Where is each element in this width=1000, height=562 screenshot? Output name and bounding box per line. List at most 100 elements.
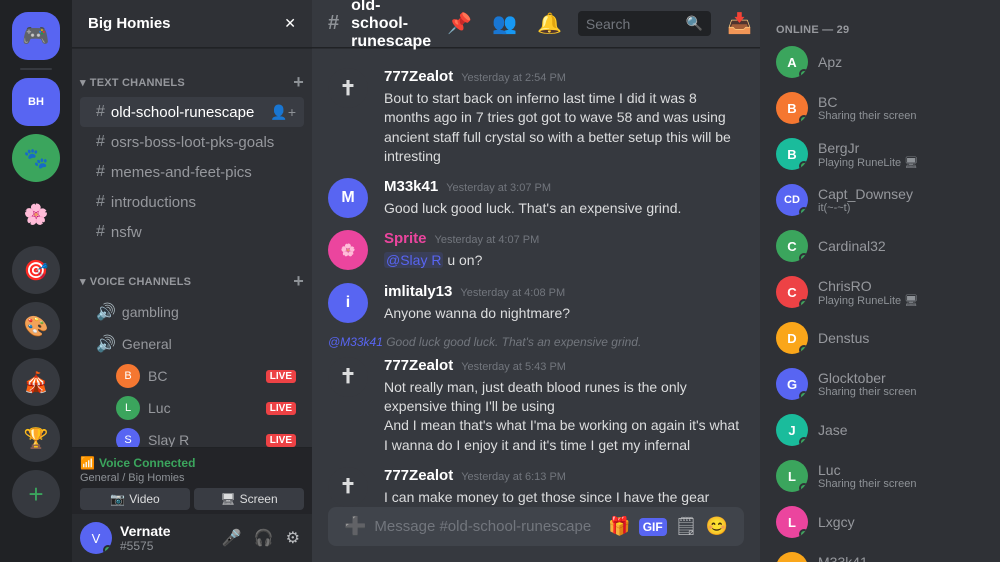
member-item-jase[interactable]: J Jase — [768, 408, 992, 452]
member-name: Luc — [148, 400, 258, 416]
channel-hash-icon: # — [328, 12, 339, 35]
sticker-icon[interactable]: 🗒 — [675, 516, 698, 537]
members-icon[interactable]: 👥 — [488, 7, 521, 40]
server-icon-6[interactable]: 🎪 — [12, 358, 60, 406]
channel-item-nsfw[interactable]: # nsfw — [80, 217, 304, 247]
gif-icon[interactable]: GIF — [639, 518, 667, 536]
emoji-icon[interactable]: 😊 — [706, 516, 728, 537]
mention[interactable]: @Slay R — [384, 252, 443, 268]
add-voice-channel-button[interactable]: + — [293, 271, 304, 292]
message-author[interactable]: 777Zealot — [384, 357, 453, 374]
server-icon-5[interactable]: 🎨 — [12, 302, 60, 350]
channel-item-introductions[interactable]: # introductions — [80, 187, 304, 217]
server-icon-7[interactable]: 🏆 — [12, 414, 60, 462]
member-list: ONLINE — 29 A Apz B BC Sharing their scr… — [760, 0, 1000, 562]
server-icon-1[interactable]: BH — [12, 78, 60, 126]
screen-label: Screen — [240, 492, 278, 506]
member-avatar: C — [776, 230, 808, 262]
member-name: BC — [148, 368, 258, 384]
voice-channel-gambling[interactable]: 🔊 gambling — [80, 296, 304, 328]
add-user-icon[interactable]: 👤+ — [270, 104, 296, 121]
channel-item-memes[interactable]: # memes-and-feet-pics — [80, 157, 304, 187]
member-avatar: L — [776, 460, 808, 492]
voice-channel-general[interactable]: 🔊 General — [80, 328, 304, 360]
message-avatar: ✝ — [328, 357, 368, 397]
speaker-icon: 🔊 — [96, 334, 116, 354]
mute-button[interactable]: 🎤 — [218, 524, 246, 552]
system-message: @M33k41 Good luck good luck. That's an e… — [312, 333, 760, 351]
voice-member-slayr[interactable]: S Slay R LIVE — [80, 424, 304, 447]
member-item-denstus[interactable]: D Denstus — [768, 316, 992, 360]
message-author[interactable]: 777Zealot — [384, 68, 453, 85]
member-activity: Sharing their screen — [818, 478, 916, 490]
message-group: i imlitaly13 Yesterday at 4:08 PM Anyone… — [312, 279, 760, 327]
avatar-text: V — [92, 531, 101, 546]
message-text: Good luck good luck. That's an expensive… — [384, 199, 744, 218]
bell-icon[interactable]: 🔔 — [533, 7, 566, 40]
server-header[interactable]: Big Homies ✕ — [72, 0, 312, 48]
member-name: Slay R — [148, 432, 258, 447]
add-server-button[interactable]: + — [12, 470, 60, 518]
member-item-glocktober[interactable]: G Glocktober Sharing their screen — [768, 362, 992, 406]
voice-channels-category[interactable]: ▾ Voice Channels + — [72, 255, 312, 296]
message-header: M33k41 Yesterday at 3:07 PM — [384, 178, 744, 195]
message-input-area: ➕ 🎁 GIF 🗒 😊 — [312, 507, 760, 562]
screen-button[interactable]: 🖥 Screen — [194, 488, 304, 510]
channel-item-old-school-runescape[interactable]: # old-school-runescape 👤+ — [80, 97, 304, 127]
message-input[interactable] — [374, 507, 600, 546]
discord-logo: 🎮 — [22, 23, 49, 49]
member-avatar: A — [776, 46, 808, 78]
video-button[interactable]: 📷 Video — [80, 488, 190, 510]
server-icon-2[interactable]: 🐾 — [12, 134, 60, 182]
server-icon-3[interactable]: 🌸 — [12, 190, 60, 238]
message-author[interactable]: Sprite — [384, 230, 427, 247]
member-item-lxgcy[interactable]: L Lxgcy — [768, 500, 992, 544]
message-content: M33k41 Yesterday at 3:07 PM Good luck go… — [384, 178, 744, 218]
user-controls: 🎤 🎧 ⚙ — [218, 524, 304, 552]
member-item-luc[interactable]: L Luc Sharing their screen — [768, 454, 992, 498]
member-item-cardinal32[interactable]: C Cardinal32 — [768, 224, 992, 268]
member-item-apz[interactable]: A Apz — [768, 40, 992, 84]
server-icon-4[interactable]: 🎯 — [12, 246, 60, 294]
message-input-box[interactable]: ➕ 🎁 GIF 🗒 😊 — [328, 507, 744, 546]
member-name: Apz — [818, 54, 842, 70]
message-author[interactable]: M33k41 — [384, 178, 438, 195]
member-info: Lxgcy — [818, 514, 855, 530]
message-avatar: M — [328, 178, 368, 218]
online-members-category: ONLINE — 29 — [768, 16, 992, 40]
message-content: 777Zealot Yesterday at 2:54 PM Bout to s… — [384, 68, 744, 166]
discord-home-button[interactable]: 🎮 — [12, 12, 60, 60]
inbox-icon[interactable]: 📥 — [723, 7, 756, 40]
voice-member-luc[interactable]: L Luc LIVE — [80, 392, 304, 424]
message-author[interactable]: imlitaly13 — [384, 283, 452, 300]
channel-item-osrs[interactable]: # osrs-boss-loot-pks-goals — [80, 127, 304, 157]
pin-icon[interactable]: 📌 — [443, 7, 476, 40]
member-item-m33k41[interactable]: M M33k41 Playing RuneLite 🖥 — [768, 546, 992, 562]
settings-button[interactable]: ⚙ — [282, 524, 304, 552]
member-avatar: L — [116, 396, 140, 420]
status-dot — [799, 437, 808, 446]
member-info: Capt_Downsey it(~-~t) — [818, 186, 913, 214]
member-item-chrisro[interactable]: C ChrisRO Playing RuneLite 🖥 — [768, 270, 992, 314]
message-author[interactable]: 777Zealot — [384, 467, 453, 484]
username: Vernate — [120, 523, 210, 539]
member-activity: Playing RuneLite 🖥 — [818, 294, 918, 307]
add-channel-button[interactable]: + — [293, 72, 304, 93]
search-box[interactable]: 🔍 — [578, 11, 711, 36]
user-area: V Vernate #5575 🎤 🎧 ⚙ — [72, 514, 312, 562]
member-item-bergjr[interactable]: B BergJr Playing RuneLite 🖥 — [768, 132, 992, 176]
member-item-bc[interactable]: B BC Sharing their screen — [768, 86, 992, 130]
deafen-button[interactable]: 🎧 — [250, 524, 278, 552]
channel-list: ▾ Text Channels + # old-school-runescape… — [72, 48, 312, 447]
text-channels-category[interactable]: ▾ Text Channels + — [72, 56, 312, 97]
channel-name: gambling — [122, 304, 179, 320]
member-name: BergJr — [818, 140, 918, 156]
attach-icon[interactable]: ➕ — [344, 516, 366, 537]
voice-member-bc[interactable]: B BC LIVE — [80, 360, 304, 392]
member-avatar: CD — [776, 184, 808, 216]
search-input[interactable] — [586, 16, 686, 32]
hash-icon: # — [96, 103, 105, 121]
member-item-capt-downsey[interactable]: CD Capt_Downsey it(~-~t) — [768, 178, 992, 222]
gift-icon[interactable]: 🎁 — [608, 516, 630, 537]
messages-container: ✝ 777Zealot Yesterday at 2:54 PM Bout to… — [312, 48, 760, 507]
